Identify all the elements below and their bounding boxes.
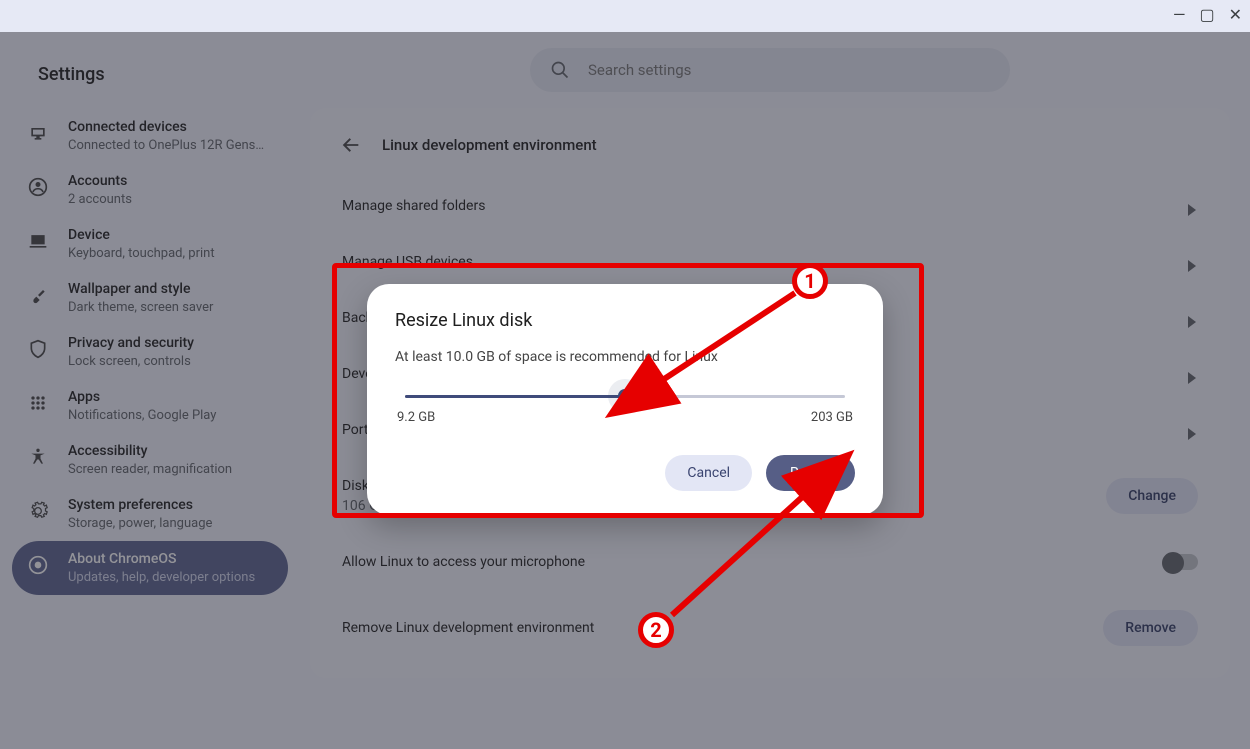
slider-max-label: 203 GB	[811, 410, 853, 425]
window-close-icon[interactable]: ✕	[1229, 6, 1242, 24]
window-minimize-icon[interactable]: —	[1173, 6, 1186, 24]
disk-size-slider[interactable]	[405, 395, 845, 398]
resize-disk-modal: Resize Linux disk At least 10.0 GB of sp…	[367, 284, 883, 515]
cancel-button[interactable]: Cancel	[665, 455, 752, 491]
resize-button[interactable]: Resize	[766, 455, 855, 491]
slider-min-label: 9.2 GB	[397, 410, 435, 425]
window-titlebar: — ▢ ✕	[0, 0, 1250, 32]
slider-thumb[interactable]	[618, 389, 632, 403]
modal-title: Resize Linux disk	[395, 310, 855, 331]
window-maximize-icon[interactable]: ▢	[1199, 6, 1214, 24]
modal-recommendation: At least 10.0 GB of space is recommended…	[395, 349, 855, 365]
